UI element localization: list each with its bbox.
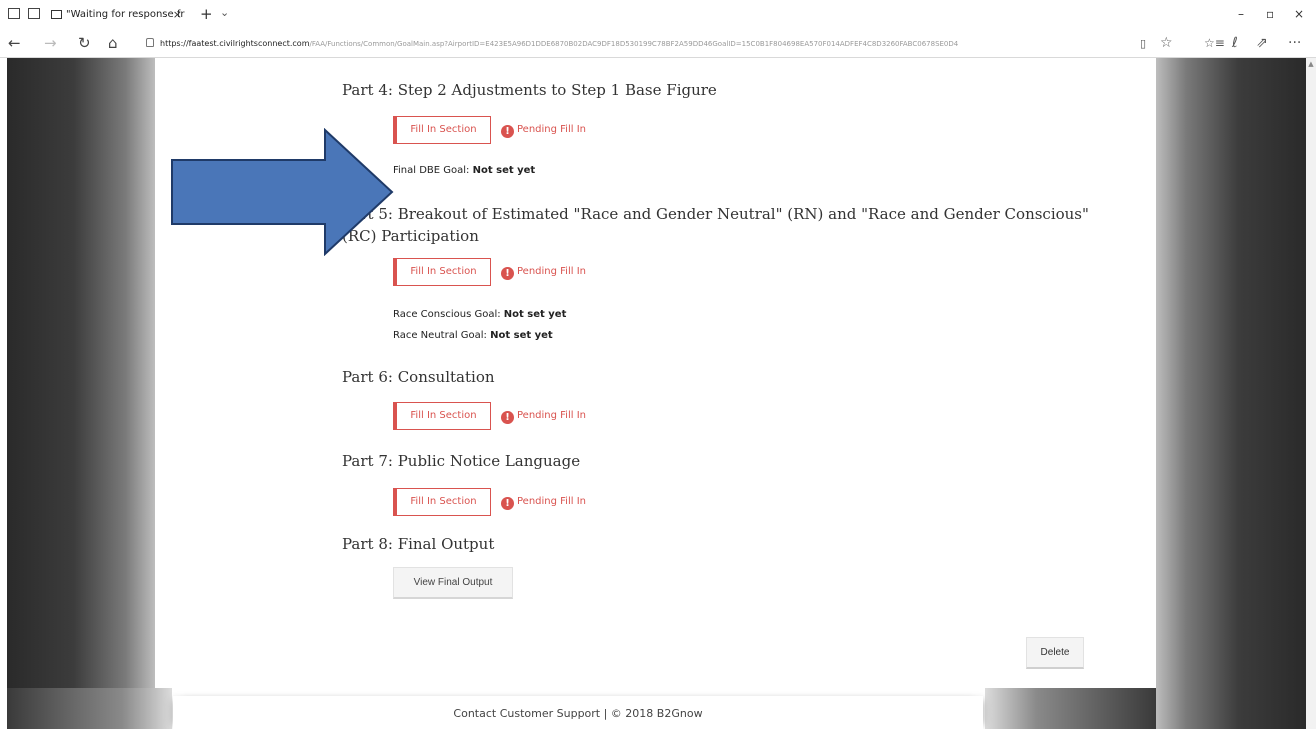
page-viewport: ▲ Part 4: Step 2 Adjustments to Step 1 B…: [0, 58, 1316, 729]
part-7-title: Part 7: Public Notice Language: [342, 452, 581, 470]
page-footer: Contact Customer Support | © 2018 B2Gnow: [173, 696, 983, 729]
new-tab-button[interactable]: +: [200, 5, 213, 23]
part-5-fill-in-button[interactable]: Fill In Section: [393, 258, 491, 286]
part-6-status: ! Pending Fill In: [501, 408, 586, 424]
race-conscious-goal-value: Not set yet: [503, 309, 567, 320]
exclamation-circle-icon: !: [501, 267, 514, 280]
lock-icon[interactable]: [146, 38, 154, 47]
right-background: [1156, 58, 1306, 729]
browser-tab[interactable]: "Waiting for response fr ×: [48, 4, 186, 26]
url-field[interactable]: https://faatest.civilrightsconnect.com/F…: [160, 37, 1040, 51]
status-text: Pending Fill In: [517, 266, 586, 277]
status-text: Pending Fill In: [517, 410, 586, 421]
footer-left-shade: [7, 688, 172, 729]
favorites-hub-icon[interactable]: ☆≡: [1204, 36, 1225, 50]
part-7-fill-in-button[interactable]: Fill In Section: [393, 488, 491, 516]
exclamation-circle-icon: !: [501, 411, 514, 424]
reading-view-icon[interactable]: ▯: [1140, 37, 1146, 50]
home-icon[interactable]: ⌂: [108, 34, 118, 52]
view-final-output-button[interactable]: View Final Output: [393, 567, 513, 599]
url-path: /FAA/Functions/Common/GoalMain.asp?Airpo…: [309, 40, 959, 48]
chevron-down-icon[interactable]: ⌄: [220, 6, 229, 19]
final-dbe-goal-label: Final DBE Goal:: [393, 165, 473, 176]
part-6-title: Part 6: Consultation: [342, 368, 495, 386]
tab-title: "Waiting for response fr: [66, 9, 185, 20]
part-4-fill-in-button[interactable]: Fill In Section: [393, 116, 491, 144]
race-conscious-goal: Race Conscious Goal: Not set yet: [393, 308, 566, 322]
refresh-icon[interactable]: ↻: [78, 34, 91, 52]
scroll-up-icon[interactable]: ▲: [1306, 60, 1316, 68]
race-conscious-goal-label: Race Conscious Goal:: [393, 309, 504, 320]
tab-preview-icon[interactable]: [28, 8, 40, 19]
footer-text[interactable]: Contact Customer Support | © 2018 B2Gnow: [173, 707, 983, 720]
favorite-star-icon[interactable]: ☆: [1160, 35, 1173, 51]
part-5-title: Part 5: Breakout of Estimated "Race and …: [342, 205, 1089, 245]
page-icon: [51, 10, 62, 19]
status-text: Pending Fill In: [517, 496, 586, 507]
share-icon[interactable]: ⇗: [1256, 35, 1268, 51]
footer-right-shade: [985, 688, 1156, 729]
set-aside-tabs-icon[interactable]: [8, 8, 20, 19]
web-notes-icon[interactable]: ℓ: [1232, 35, 1238, 51]
exclamation-circle-icon: !: [501, 497, 514, 510]
final-dbe-goal-value: Not set yet: [472, 165, 536, 176]
delete-button[interactable]: Delete: [1026, 637, 1084, 669]
left-background: [7, 58, 155, 729]
part-5-status: ! Pending Fill In: [501, 264, 586, 280]
tab-close-icon[interactable]: ×: [173, 4, 182, 26]
back-icon[interactable]: ←: [8, 34, 21, 52]
part-6-fill-in-button[interactable]: Fill In Section: [393, 402, 491, 430]
maximize-button[interactable]: ▫: [1266, 7, 1274, 21]
browser-title-bar: "Waiting for response fr × + ⌄ – ▫ ×: [0, 0, 1316, 31]
url-host: https://faatest.civilrightsconnect.com: [160, 39, 310, 48]
arrow-right-icon: [171, 128, 394, 256]
part-4-status: ! Pending Fill In: [501, 122, 586, 138]
more-icon[interactable]: ···: [1288, 35, 1301, 51]
close-button[interactable]: ×: [1294, 7, 1304, 21]
part-8-title: Part 8: Final Output: [342, 535, 495, 553]
final-dbe-goal: Final DBE Goal: Not set yet: [393, 164, 535, 178]
part-4-title: Part 4: Step 2 Adjustments to Step 1 Bas…: [342, 81, 717, 99]
part-7-status: ! Pending Fill In: [501, 494, 586, 510]
scrollbar[interactable]: [1306, 58, 1316, 729]
browser-address-bar: ← → ↻ ⌂ https://faatest.civilrightsconne…: [0, 30, 1316, 58]
race-neutral-goal: Race Neutral Goal: Not set yet: [393, 329, 553, 343]
forward-icon[interactable]: →: [44, 34, 57, 52]
race-neutral-goal-value: Not set yet: [490, 330, 553, 341]
race-neutral-goal-label: Race Neutral Goal:: [393, 330, 491, 341]
exclamation-circle-icon: !: [501, 125, 514, 138]
minimize-button[interactable]: –: [1238, 7, 1244, 21]
status-text: Pending Fill In: [517, 124, 586, 135]
